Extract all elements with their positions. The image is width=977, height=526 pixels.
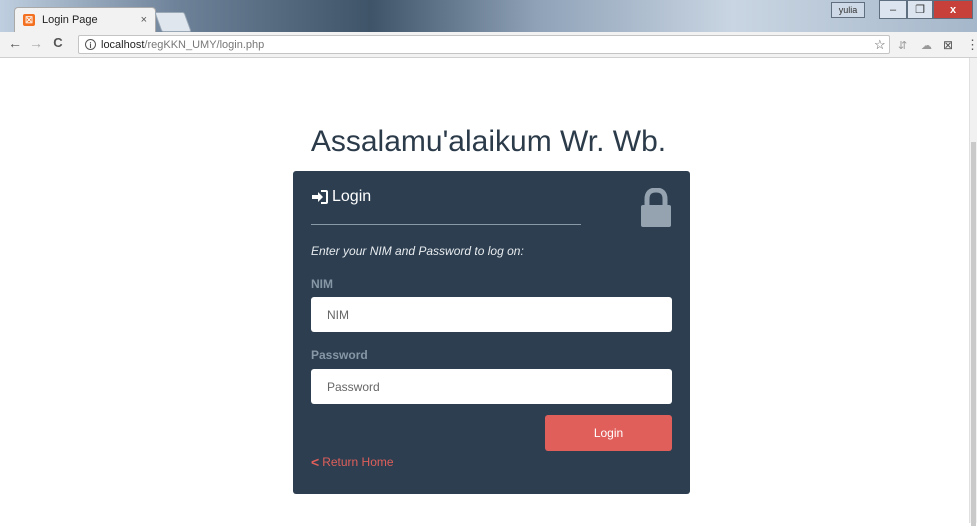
nim-input[interactable] — [311, 297, 672, 332]
header-divider — [311, 224, 581, 225]
extension-icon[interactable]: ⇵ — [898, 39, 907, 52]
return-home-label: Return Home — [322, 455, 394, 469]
address-bar[interactable]: i localhost/regKKN_UMY/login.php — [78, 35, 890, 54]
close-window-button[interactable]: x — [933, 0, 973, 19]
password-label: Password — [311, 348, 368, 362]
chevron-left-icon: < — [311, 454, 320, 470]
page-greeting: Assalamu'alaikum Wr. Wb. — [310, 125, 667, 159]
scrollbar-thumb[interactable] — [971, 142, 976, 526]
browser-tab[interactable]: ☒ Login Page × — [14, 7, 156, 32]
reload-icon[interactable]: C — [49, 35, 67, 50]
return-home-link[interactable]: < Return Home — [311, 454, 394, 470]
password-input[interactable] — [311, 369, 672, 404]
bookmark-star-icon[interactable]: ☆ — [874, 37, 886, 53]
login-title: Login — [332, 188, 372, 205]
tab-close-icon[interactable]: × — [141, 14, 147, 26]
info-icon[interactable]: i — [85, 39, 96, 50]
maximize-button[interactable]: ❐ — [907, 0, 933, 19]
minimize-button[interactable]: – — [879, 0, 907, 19]
browser-tabstrip: ☒ Login Page × yulia – ❐ x — [0, 0, 977, 32]
new-tab-button[interactable] — [154, 12, 192, 32]
browser-toolbar: ← → C i localhost/regKKN_UMY/login.php ☆… — [0, 32, 977, 58]
cloud-extension-icon[interactable]: ☁ — [921, 39, 932, 52]
menu-icon[interactable]: ⋮ — [966, 37, 977, 53]
favicon-icon: ☒ — [23, 14, 35, 26]
login-button[interactable]: Login — [545, 415, 672, 451]
sign-in-icon — [312, 190, 328, 204]
login-header: Login — [311, 188, 371, 206]
tab-title: Login Page — [42, 14, 98, 26]
login-card: Login Enter your NIM and Password to log… — [293, 171, 690, 494]
lock-icon — [641, 188, 671, 227]
screenshot-extension-icon[interactable]: ⊠ — [943, 38, 953, 52]
back-icon[interactable]: ← — [6, 35, 24, 51]
forward-icon[interactable]: → — [27, 35, 45, 51]
url-path: /regKKN_UMY/login.php — [144, 38, 265, 51]
url-host: localhost — [101, 38, 145, 51]
nim-label: NIM — [311, 277, 333, 291]
login-instructions: Enter your NIM and Password to log on: — [311, 244, 524, 258]
profile-button[interactable]: yulia — [831, 2, 865, 18]
